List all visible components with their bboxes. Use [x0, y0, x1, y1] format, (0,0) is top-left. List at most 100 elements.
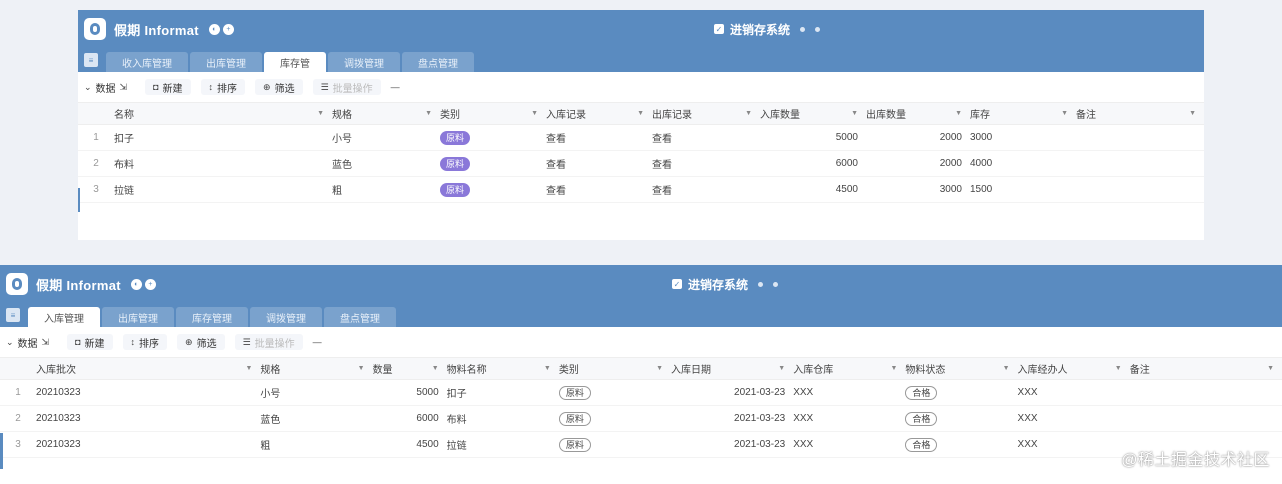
col-remark[interactable]: 备注 ▼ [1129, 357, 1282, 380]
col-stock[interactable]: 库存 ▼ [970, 102, 1076, 125]
cell-batch: 20210323 [36, 431, 261, 458]
status-badge: 合格 [905, 437, 938, 452]
group-selector[interactable]: ⌄ 数据 ⇲ [6, 335, 49, 350]
col-warehouse[interactable]: 入库仓库 ▼ [793, 357, 906, 380]
cell-spec: 小号 [260, 379, 373, 406]
out-record-link[interactable]: 查看 [652, 124, 760, 151]
menu-toggle-icon[interactable]: ≡ [6, 308, 20, 322]
cell-qty: 6000 [372, 405, 447, 432]
cell-batch: 20210323 [36, 379, 261, 406]
create-button[interactable]: ◘ 新建 [67, 334, 113, 350]
home-icon[interactable]: ◐ [208, 23, 220, 35]
col-batch[interactable]: 入库批次 ▼ [36, 357, 261, 380]
info-icon[interactable] [800, 26, 806, 32]
table-row[interactable]: 1 20210323 小号 5000 扣子 原料 2021-03-23 XXX … [0, 379, 1282, 406]
tab-inventory[interactable]: 库存管 [264, 52, 326, 72]
tab-inventory[interactable]: 库存管理 [176, 307, 248, 327]
table-row[interactable]: 3 拉链 粗 原料 查看 查看 4500 3000 1500 [78, 176, 1204, 203]
cell-status: 合格 [905, 431, 1018, 458]
col-date[interactable]: 入库日期 ▼ [671, 357, 794, 380]
more-icon[interactable]: — [391, 82, 400, 92]
table-row[interactable]: 2 布料 蓝色 原料 查看 查看 6000 2000 4000 [78, 150, 1204, 177]
table-row[interactable]: 3 20210323 粗 4500 拉链 原料 2021-03-23 XXX 合… [0, 431, 1282, 458]
group-label: 数据 [17, 338, 38, 350]
more-icon[interactable]: — [313, 337, 322, 347]
col-category[interactable]: 类别 ▼ [558, 357, 672, 380]
menu-toggle-icon[interactable]: ≡ [84, 53, 98, 67]
brand-name: 假期 Informat [36, 277, 121, 293]
tab-inbound[interactable]: 收入库管理 [106, 52, 188, 72]
sort-arrow-icon: ▼ [1061, 110, 1068, 117]
system-title: ✓ 进销存系统 [714, 21, 821, 38]
tab-transfer[interactable]: 调拨管理 [250, 307, 322, 327]
sort-arrow-icon: ▼ [1267, 365, 1274, 372]
table-row[interactable]: 1 扣子 小号 原料 查看 查看 5000 2000 3000 [78, 124, 1204, 151]
create-button[interactable]: ◘ 新建 [145, 79, 191, 95]
filter-icon: ⊕ [185, 336, 193, 347]
chevron-down-icon: ⌄ [84, 81, 92, 92]
table-row[interactable]: 2 20210323 蓝色 6000 布料 原料 2021-03-23 XXX … [0, 405, 1282, 432]
cell-date: 2021-03-23 [671, 379, 794, 406]
cell-in-qty: 5000 [760, 124, 866, 151]
col-spec[interactable]: 规格 ▼ [332, 102, 440, 125]
sort-button[interactable]: ↕ 排序 [122, 334, 168, 350]
filter-button[interactable]: ⊕ 筛选 [255, 79, 303, 95]
out-record-link[interactable]: 查看 [652, 176, 760, 203]
add-icon[interactable]: + [222, 23, 234, 35]
col-qty[interactable]: 数量 ▼ [372, 357, 447, 380]
cell-category: 原料 [440, 150, 546, 177]
col-name[interactable]: 名称 ▼ [114, 102, 332, 125]
tab-outbound[interactable]: 出库管理 [102, 307, 174, 327]
sort-arrow-icon: ▼ [357, 365, 365, 372]
row-index: 3 [78, 176, 114, 203]
cell-spec: 粗 [332, 176, 440, 203]
col-in-record[interactable]: 入库记录 ▼ [546, 102, 652, 125]
tab-outbound[interactable]: 出库管理 [190, 52, 262, 72]
col-status[interactable]: 物料状态 ▼ [905, 357, 1018, 380]
cell-stock: 3000 [970, 124, 1076, 151]
tab-stocktake[interactable]: 盘点管理 [324, 307, 396, 327]
in-record-link[interactable]: 查看 [546, 150, 652, 177]
col-out-qty[interactable]: 出库数量 ▼ [866, 102, 970, 125]
in-record-link[interactable]: 查看 [546, 124, 652, 151]
col-out-record[interactable]: 出库记录 ▼ [652, 102, 760, 125]
add-icon[interactable]: + [144, 278, 156, 290]
cell-name: 扣子 [114, 124, 332, 151]
batch-button[interactable]: ☰ 批量操作 [234, 334, 303, 350]
filter-button[interactable]: ⊕ 筛选 [177, 334, 225, 350]
sort-arrow-icon: ▼ [890, 365, 898, 372]
cell-material: 扣子 [446, 379, 559, 406]
system-icon: ✓ [672, 279, 682, 289]
tab-inbound[interactable]: 入库管理 [28, 307, 100, 327]
cell-spec: 蓝色 [260, 405, 373, 432]
chevron-down-icon: ⌄ [6, 336, 14, 347]
col-remark[interactable]: 备注 ▼ [1076, 102, 1204, 125]
system-title-text: 进销存系统 [688, 277, 749, 292]
create-label: 新建 [84, 338, 105, 350]
system-title: ✓ 进销存系统 [672, 276, 779, 293]
category-badge: 原料 [440, 182, 471, 197]
col-handler[interactable]: 入库经办人 ▼ [1017, 357, 1130, 380]
out-record-link[interactable]: 查看 [652, 150, 760, 177]
group-selector[interactable]: ⌄ 数据 ⇲ [84, 80, 127, 95]
info-icon[interactable] [758, 281, 764, 287]
category-badge: 原料 [558, 411, 591, 426]
col-material[interactable]: 物料名称 ▼ [446, 357, 559, 380]
settings-icon[interactable] [773, 281, 779, 287]
sort-arrow-icon: ▼ [425, 110, 432, 117]
bottom-titlebar: 假期 Informat ◐ + ✓ 进销存系统 [0, 265, 1282, 303]
batch-button[interactable]: ☰ 批量操作 [312, 79, 381, 95]
home-icon[interactable]: ◐ [130, 278, 142, 290]
cell-handler: XXX [1017, 431, 1130, 458]
col-spec[interactable]: 规格 ▼ [260, 357, 373, 380]
tab-stocktake[interactable]: 盘点管理 [402, 52, 474, 72]
cell-qty: 4500 [372, 431, 447, 458]
cell-category: 原料 [440, 176, 546, 203]
tab-transfer[interactable]: 调拨管理 [328, 52, 400, 72]
in-record-link[interactable]: 查看 [546, 176, 652, 203]
col-category[interactable]: 类别 ▼ [440, 102, 546, 125]
sort-button[interactable]: ↕ 排序 [200, 79, 246, 95]
col-in-qty[interactable]: 入库数量 ▼ [760, 102, 866, 125]
cell-status: 合格 [905, 379, 1018, 406]
settings-icon[interactable] [815, 26, 821, 32]
